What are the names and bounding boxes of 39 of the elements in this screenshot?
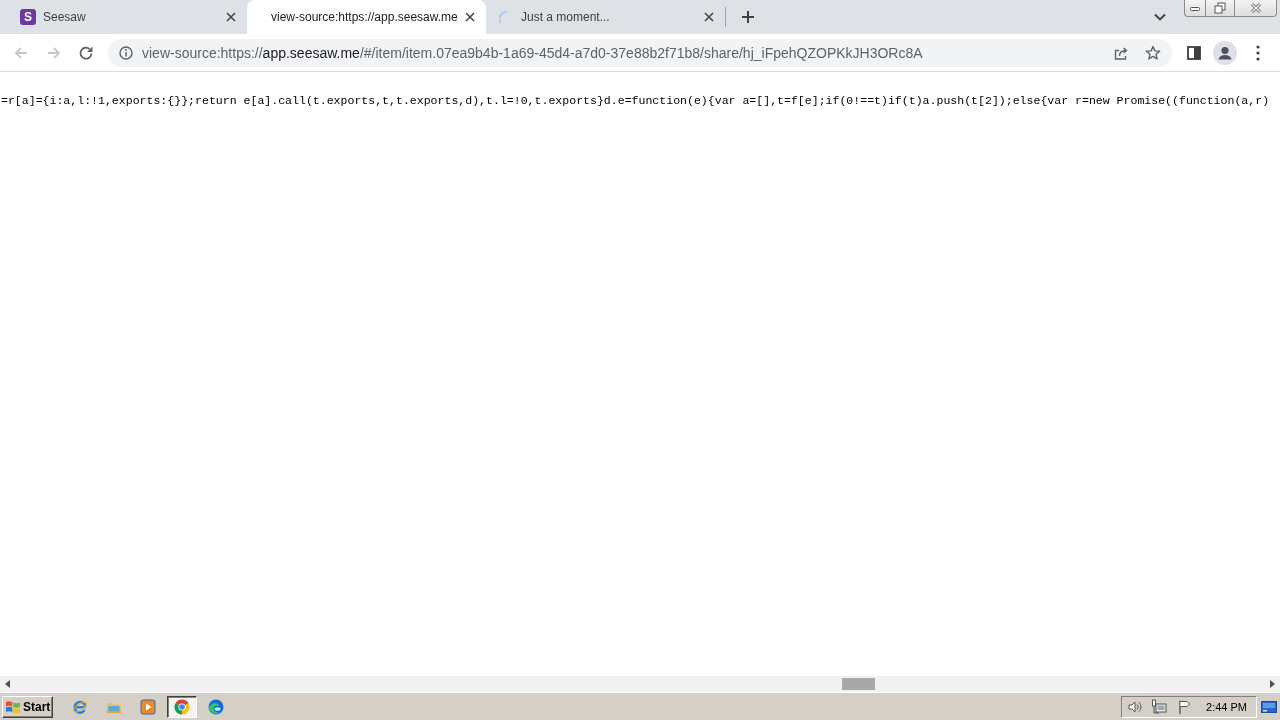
restore-icon (1214, 2, 1226, 14)
round-browser-icon (174, 698, 190, 715)
media-player-icon (140, 698, 156, 715)
info-icon[interactable] (119, 45, 133, 60)
wave-browser-icon (208, 698, 224, 715)
bookmark-star-icon[interactable] (1145, 44, 1161, 61)
scroll-right-arrow-icon[interactable] (1269, 680, 1275, 688)
restore-button[interactable] (1206, 0, 1235, 17)
scrollbar-thumb[interactable] (842, 678, 875, 690)
minimize-icon (1189, 4, 1201, 12)
browser-tab[interactable]: view-source:https://app.seesaw.me (247, 0, 486, 34)
start-button[interactable]: Start (2, 695, 53, 718)
loading-spinner-icon (499, 11, 507, 23)
address-bar[interactable]: view-source:https://app.seesaw.me/#/item/item.07ea9b4b-1a69-45d4-a7d0-37e88b2f71b8/share/hj_iFpehQZOPKkJH3ORc8A (108, 38, 1172, 67)
scroll-left-arrow-icon[interactable] (5, 680, 11, 688)
reload-icon[interactable] (78, 44, 94, 61)
site-favicon: S (20, 9, 36, 25)
show-desktop-icon[interactable] (1261, 698, 1277, 715)
new-tab-plus-icon[interactable] (741, 10, 755, 24)
horizontal-scrollbar[interactable] (0, 676, 1280, 692)
url-text: view-source:https://app.seesaw.me/#/item/item.07ea9b4b-1a69-45d4-a7d0-37e88b2f71b8/share/hj_iFpehQZOPKkJH3ORc8A (142, 44, 923, 61)
clock-time: 2:44 PM (1206, 700, 1247, 713)
close-icon[interactable] (465, 12, 475, 22)
profile-avatar-icon[interactable] (1213, 40, 1237, 65)
minimize-button[interactable] (1184, 0, 1206, 17)
e-browser-icon (72, 698, 88, 715)
browser-tab[interactable]: Just a moment... (486, 0, 725, 34)
windows-flag-icon (5, 698, 21, 715)
network-icon[interactable] (1151, 698, 1168, 715)
close-icon[interactable] (226, 12, 236, 22)
close-icon (1249, 2, 1262, 14)
chevron-down-icon[interactable] (1154, 13, 1166, 21)
close-window-button[interactable] (1235, 0, 1277, 17)
taskbar-button[interactable] (167, 695, 197, 718)
source-code-line: =r[a]={i:a,l:!1,exports:{}};return e[a].call(t.exports,t,t.exports,d),t.l=!0,t.exports}d.e=function(e){var a=[],t=f[e];if(0!==t)if(t)a.push(t[2]);else{var r=new Promise((function(a,r) (0, 94, 1270, 108)
close-icon[interactable] (704, 12, 714, 22)
side-panel-icon[interactable] (1187, 45, 1201, 60)
browser-tab[interactable]: S Seesaw (8, 0, 247, 34)
menu-icon[interactable] (1256, 44, 1260, 61)
